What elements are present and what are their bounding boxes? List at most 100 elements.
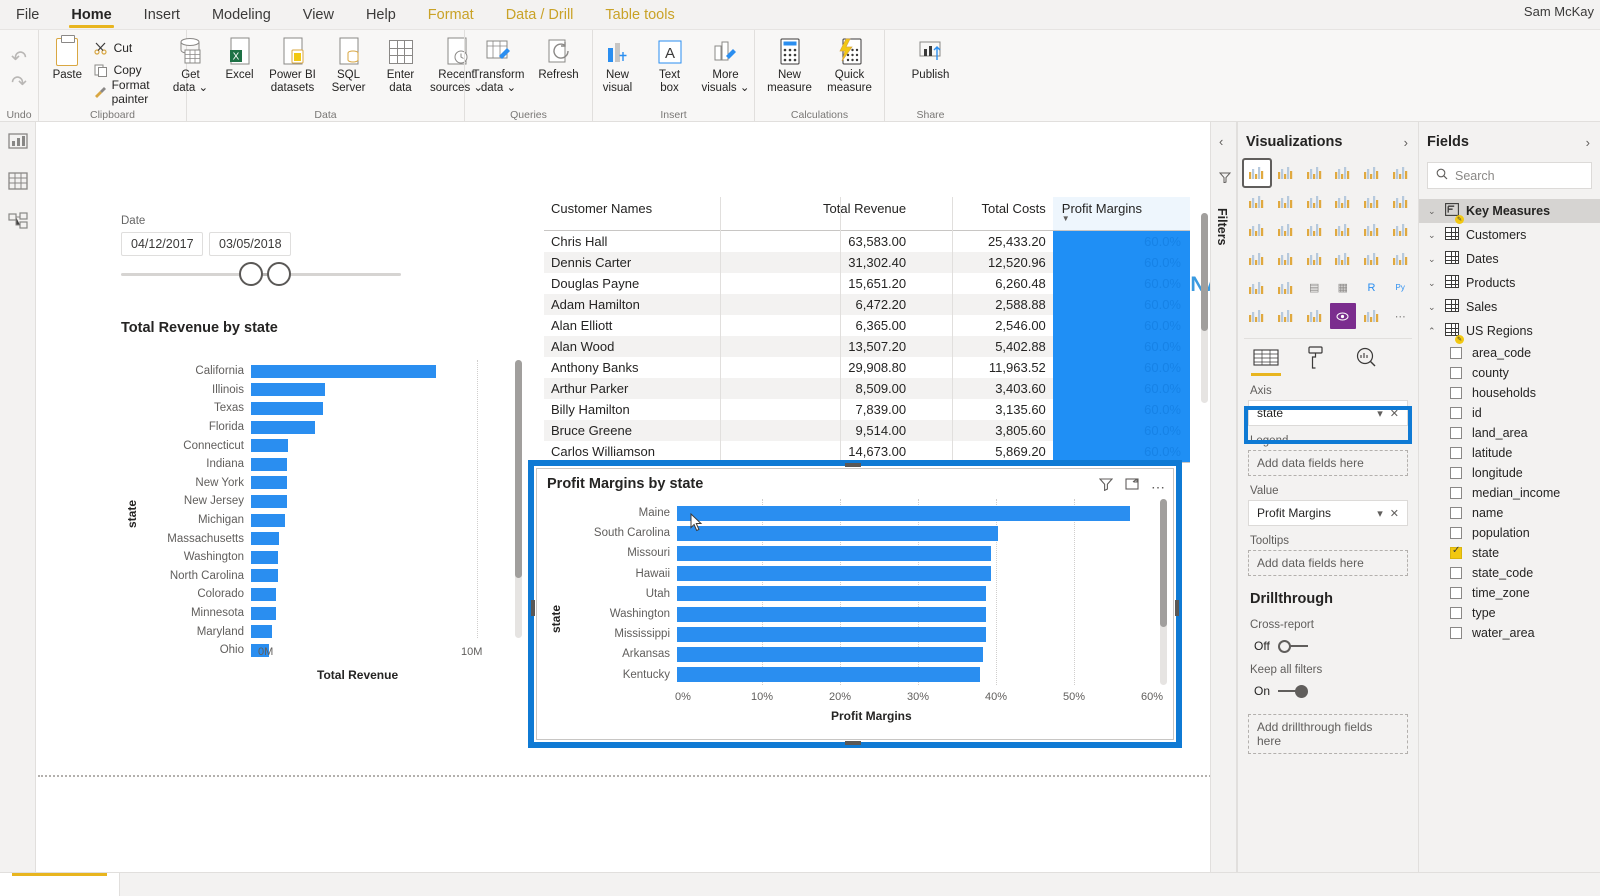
legend-bucket-dropzone[interactable]: Add data fields here (1248, 450, 1408, 477)
funnel-icon[interactable] (1301, 246, 1327, 272)
profit-bar-row[interactable]: Utah (537, 584, 1173, 604)
data-view-icon[interactable] (7, 172, 28, 190)
area-chart-icon[interactable] (1273, 189, 1299, 215)
profit-bar-row[interactable]: Kentucky (537, 665, 1173, 685)
shape-map-icon[interactable] (1273, 246, 1299, 272)
paginated-report-icon[interactable] (1359, 303, 1385, 329)
bar-segment[interactable] (251, 625, 273, 639)
decomposition-tree-icon[interactable] (1273, 303, 1299, 329)
ribbon-tab-home[interactable]: Home (55, 0, 127, 30)
profit-bar-row[interactable]: Arkansas (537, 644, 1173, 664)
card-icon[interactable] (1359, 246, 1385, 272)
ribbon-tab-view[interactable]: View (287, 0, 350, 30)
field-item-state[interactable]: state (1419, 543, 1600, 563)
fields-bucket-tab[interactable] (1251, 347, 1281, 377)
bar-segment[interactable] (251, 383, 325, 397)
tooltips-bucket-dropzone[interactable]: Add data fields here (1248, 550, 1408, 577)
total-revenue-scrollbar-thumb[interactable] (515, 360, 522, 578)
clustered-bar-chart-icon[interactable] (1301, 160, 1327, 186)
field-checkbox[interactable] (1450, 387, 1462, 399)
field-item-land_area[interactable]: land_area (1419, 423, 1600, 443)
py-script-icon[interactable]: Py (1387, 275, 1413, 301)
resize-handle-left[interactable] (531, 600, 535, 616)
bar-segment[interactable] (677, 626, 986, 642)
field-item-county[interactable]: county (1419, 363, 1600, 383)
profit-bar-row[interactable]: South Carolina (537, 523, 1173, 543)
scatter-chart-icon[interactable] (1273, 217, 1299, 243)
field-item-median_income[interactable]: median_income (1419, 483, 1600, 503)
line-chart-icon[interactable] (1244, 189, 1270, 215)
gauge-icon[interactable] (1330, 246, 1356, 272)
ribbon-chart-icon[interactable] (1387, 189, 1413, 215)
field-checkbox[interactable] (1450, 367, 1462, 379)
fields-tree[interactable]: ⌄ ✎ Key Measures ⌄ Customers ⌄ Dates ⌄ Products ⌄… (1419, 199, 1600, 643)
chevron-down-icon[interactable]: ⌄ (1428, 230, 1438, 241)
multi-row-card-icon[interactable] (1387, 246, 1413, 272)
sql-server-button[interactable]: SQL Server (323, 33, 375, 94)
fields-table-key-measures[interactable]: ⌄ ✎ Key Measures (1419, 199, 1600, 224)
field-item-population[interactable]: population (1419, 523, 1600, 543)
report-view-icon[interactable] (7, 132, 28, 150)
bar-segment[interactable] (677, 505, 1130, 521)
field-checkbox[interactable] (1450, 427, 1462, 439)
key-influencers-icon[interactable] (1244, 303, 1270, 329)
user-account-label[interactable]: Sam McKay (1524, 4, 1594, 19)
slicer-start-date-input[interactable]: 04/12/2017 (121, 232, 203, 256)
keep-all-filters-toggle-row[interactable]: On (1238, 679, 1418, 700)
filter-icon[interactable] (1098, 477, 1114, 496)
more-visuals-button[interactable]: More visuals ⌄ (696, 33, 756, 94)
refresh-button[interactable]: Refresh (529, 33, 589, 82)
get-data-button[interactable]: Get data ⌄ (165, 33, 217, 94)
table-row[interactable]: Douglas Payne 15,651.20 6,260.48 60.0% (544, 273, 1190, 294)
format-tab[interactable] (1302, 345, 1330, 373)
column-header-customer-names[interactable]: Customer Names (544, 197, 764, 231)
visualizations-collapse-chevron-icon[interactable]: › (1404, 135, 1408, 150)
profit-bar-row[interactable]: Maine (537, 503, 1173, 523)
bar-segment[interactable] (251, 401, 324, 415)
bar-segment[interactable] (677, 586, 987, 602)
table-icon[interactable]: ▤ (1301, 275, 1327, 301)
bar-segment[interactable] (677, 566, 991, 582)
visual-type-gallery[interactable]: ▤ ▦ R Py ⋯ (1238, 158, 1418, 336)
map-icon[interactable] (1387, 217, 1413, 243)
powerbi-datasets-button[interactable]: Power BI datasets (263, 33, 323, 94)
bar-segment[interactable] (251, 439, 288, 453)
total-revenue-bar-row[interactable]: North Carolina (121, 567, 536, 586)
text-box-button[interactable]: A Text box (644, 33, 696, 94)
field-item-name[interactable]: name (1419, 503, 1600, 523)
field-item-households[interactable]: households (1419, 383, 1600, 403)
profit-margins-bar-chart[interactable]: state Maine South Carolina Missouri Hawaii U… (537, 499, 1173, 769)
ribbon-tab-help[interactable]: Help (350, 0, 412, 30)
chevron-up-icon[interactable]: ⌃ (1428, 326, 1438, 337)
table-row[interactable]: Alan Wood 13,507.20 5,402.88 60.0% (544, 336, 1190, 357)
chevron-down-icon[interactable]: ⌄ (1428, 206, 1438, 217)
remove-field-icon[interactable]: ✕ (1390, 507, 1399, 520)
field-checkbox[interactable] (1450, 467, 1462, 479)
bar-segment[interactable] (251, 569, 278, 583)
model-view-icon[interactable] (7, 212, 28, 230)
quick-measure-button[interactable]: Quick measure (820, 33, 880, 94)
cross-report-toggle[interactable] (1277, 639, 1308, 653)
matrix-icon[interactable]: ▦ (1330, 275, 1356, 301)
table-scrollbar[interactable] (1201, 213, 1208, 403)
date-slicer-visual[interactable]: Date 04/12/2017 03/05/2018 (121, 215, 401, 286)
filters-expand-chevron-icon[interactable]: ‹ (1219, 134, 1223, 149)
bar-segment[interactable] (677, 646, 983, 662)
total-revenue-by-state-visual[interactable]: Total Revenue by state state California I… (121, 320, 536, 700)
fields-table-sales[interactable]: ⌄ Sales (1419, 295, 1600, 319)
fields-table-us-regions[interactable]: ⌃ ✎ US Regions (1419, 319, 1600, 344)
total-revenue-bar-row[interactable]: New Jersey (121, 492, 536, 511)
table-row[interactable]: Dennis Carter 31,302.40 12,520.96 60.0% (544, 252, 1190, 273)
more-visuals-ellipsis-icon[interactable]: ⋯ (1387, 303, 1413, 329)
redo-icon[interactable]: ↷ (11, 74, 27, 93)
table-row[interactable]: Bruce Greene 9,514.00 3,805.60 60.0% (544, 420, 1190, 441)
bar-segment[interactable] (251, 420, 316, 434)
drillthrough-fields-dropzone[interactable]: Add drillthrough fields here (1248, 714, 1408, 755)
ribbon-tab-format[interactable]: Format (412, 0, 490, 30)
column-header-total-costs[interactable]: Total Costs (913, 197, 1053, 231)
total-revenue-bar-row[interactable]: Florida (121, 418, 536, 437)
fields-search-box[interactable]: Search (1427, 162, 1592, 189)
qa-visual-icon[interactable] (1301, 303, 1327, 329)
table-row[interactable]: Arthur Parker 8,509.00 3,403.60 60.0% (544, 378, 1190, 399)
table-row[interactable]: Adam Hamilton 6,472.20 2,588.88 60.0% (544, 294, 1190, 315)
